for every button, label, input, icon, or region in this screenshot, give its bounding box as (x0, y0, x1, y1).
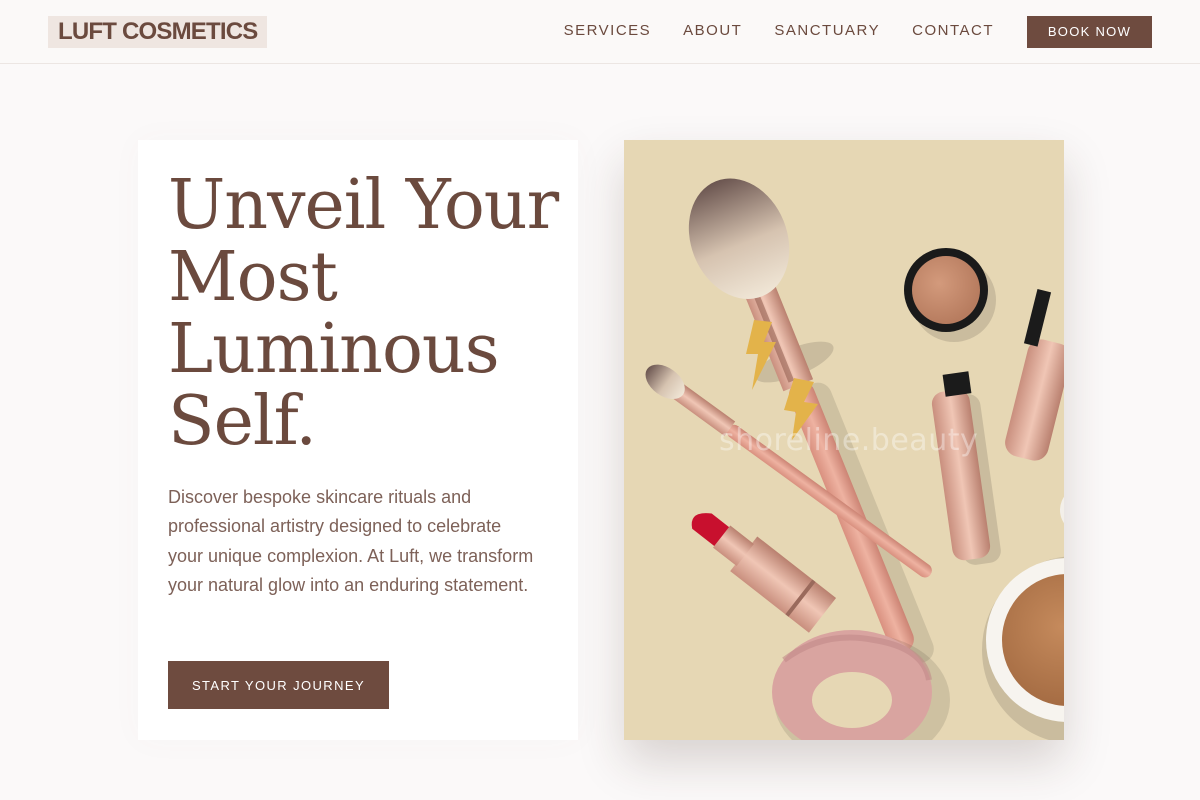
book-now-button[interactable]: BOOK NOW (1027, 16, 1152, 48)
start-journey-button[interactable]: START YOUR JOURNEY (168, 661, 389, 709)
nav-link-sanctuary[interactable]: SANCTUARY (774, 22, 880, 40)
nav-link-contact[interactable]: CONTACT (912, 22, 994, 40)
headline-line: Self. (168, 382, 317, 461)
nav-link-about[interactable]: ABOUT (683, 22, 742, 40)
brand-logo[interactable]: LUFT COSMETICS (48, 16, 268, 48)
headline-line: Luminous (168, 310, 500, 389)
lipstick (691, 513, 837, 633)
hero-description: Discover bespoke skincare rituals and pr… (168, 487, 534, 595)
eyeshadow-brush (645, 364, 932, 578)
mascara-tube (931, 371, 1001, 565)
cream-pot (904, 248, 996, 342)
hero-headline: Unveil Your Most Luminous Self. (168, 170, 568, 458)
cosmetics-flatlay-illustration (645, 178, 1064, 740)
main-nav: SERVICES ABOUT SANCTUARY CONTACT (564, 22, 994, 40)
nav-link-services[interactable]: SERVICES (564, 22, 652, 40)
headline-line: Most (168, 238, 338, 317)
site-header: LUFT COSMETICS SERVICES ABOUT SANCTUARY … (0, 0, 1200, 64)
hero-image: shoreline.beauty (624, 140, 1064, 740)
lip-gloss (1005, 288, 1064, 461)
headline-line: Unveil Your (168, 166, 559, 245)
